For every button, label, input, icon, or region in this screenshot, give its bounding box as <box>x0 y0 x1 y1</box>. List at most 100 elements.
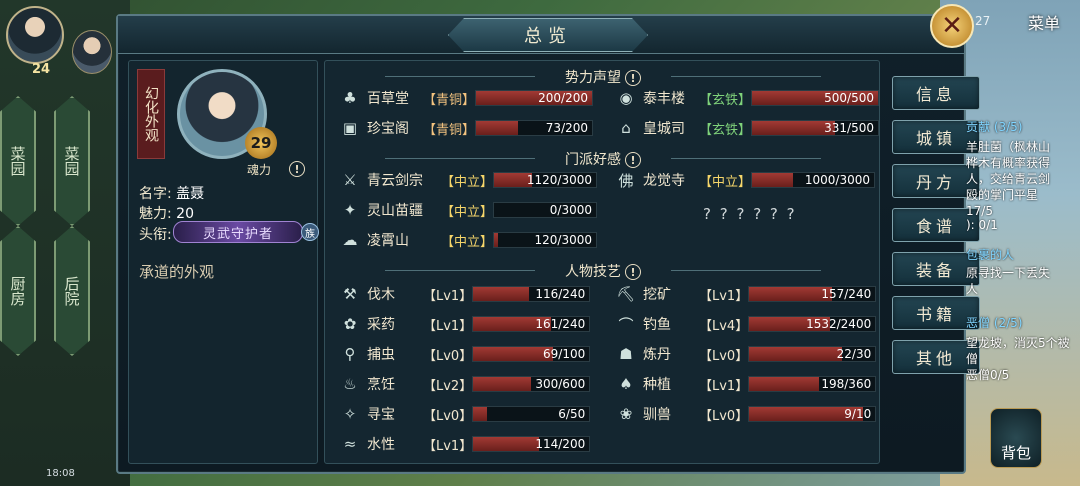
skill-8-row[interactable]: ☗ 炼丹 【Lv0】 22/30 <box>615 343 877 365</box>
appearance-banner[interactable]: 幻化外观 <box>137 69 165 159</box>
skill-3-row[interactable]: ♨ 烹饪 【Lv2】 300/600 <box>339 373 591 395</box>
skill-4-progress-bar: 6/50 <box>472 406 591 422</box>
cooking-icon: ♨ <box>343 375 357 393</box>
skill-9-tier: 【Lv1】 <box>699 378 749 394</box>
skill-5-name: 水性 <box>367 437 395 453</box>
reputation-header: 势力声望! <box>325 67 881 86</box>
reputation-huang-progress-bar: 331/500 <box>751 120 880 136</box>
map-building-backyard[interactable]: 后院 <box>54 226 90 356</box>
skill-3-name: 烹饪 <box>367 377 395 393</box>
sect-info-icon[interactable]: ! <box>625 152 641 168</box>
sect-lingxiao-progress-fill <box>494 233 499 247</box>
sect-longjue-tier: 【中立】 <box>699 174 752 190</box>
sect-longjue-row[interactable]: 佛龙觉寺 【中立】 1000/3000 <box>615 169 876 191</box>
title-tag[interactable]: 灵武守护者 <box>173 221 303 243</box>
skill-4-progress-fill <box>473 407 488 421</box>
character-card: 幻化外观 29 魂力 ! 名字: 盖聂 魅力: 20 头衔: 灵武守护者 族 承… <box>128 60 319 464</box>
sect-lingxiao-row[interactable]: ☁ 凌霄山 【中立】 120/3000 <box>339 229 598 251</box>
bag-button[interactable]: 背包 <box>990 408 1042 468</box>
skill-0-row[interactable]: ⚒ 伐木 【Lv1】 116/240 <box>339 283 591 305</box>
reputation-bai-progress-text: 200/200 <box>538 91 589 105</box>
map-building-garden-1[interactable]: 菜园 <box>0 96 36 226</box>
leaf-icon: ♣ <box>343 89 357 107</box>
skill-10-row[interactable]: ❀ 驯兽 【Lv0】 9/10 <box>615 403 877 425</box>
reputation-title: 势力声望 <box>565 70 621 86</box>
close-button[interactable]: ✕ <box>930 4 974 48</box>
sect-lingxiao-progress-text: 120/3000 <box>534 233 593 247</box>
skill-1-progress-bar: 161/240 <box>472 316 591 332</box>
skill-6-tier: 【Lv1】 <box>699 288 749 304</box>
companion-avatar[interactable] <box>72 30 112 74</box>
skill-8-progress-fill <box>749 347 842 361</box>
sect-qingyun-progress-text: 1120/3000 <box>526 173 593 187</box>
skill-7-tier: 【Lv4】 <box>699 318 749 334</box>
skill-5-row[interactable]: ≈ 水性 【Lv1】 114/200 <box>339 433 591 455</box>
skill-5-tier: 【Lv1】 <box>423 438 473 454</box>
title-label: 头衔: <box>139 227 172 243</box>
skills-info-icon[interactable]: ! <box>625 264 641 280</box>
reputation-bai-name: 百草堂 <box>367 91 409 107</box>
reputation-tai-row[interactable]: ◉ 泰丰楼 【玄铁】 500/500 <box>615 87 880 109</box>
map-building-kitchen[interactable]: 厨房 <box>0 226 36 356</box>
sect-lingshan-name: 灵山苗疆 <box>367 203 423 219</box>
skill-4-tier: 【Lv0】 <box>423 408 473 424</box>
skill-1-row[interactable]: ✿ 采药 【Lv1】 161/240 <box>339 313 591 335</box>
reputation-huang-name: 皇城司 <box>643 121 685 137</box>
sect-qingyun-name: 青云剑宗 <box>367 173 423 189</box>
skill-9-progress-text: 198/360 <box>821 377 872 391</box>
map-building-garden-2[interactable]: 菜园 <box>54 96 90 226</box>
top-right-counter: 27 <box>975 14 991 28</box>
main-menu-label[interactable]: 菜单 <box>1028 10 1060 34</box>
reputation-huang-row[interactable]: ⌂ 皇城司 【玄铁】 331/500 <box>615 117 880 139</box>
sect-qingyun-row[interactable]: ⚔ 青云剑宗 【中立】 1120/3000 <box>339 169 598 191</box>
charm-value: 20 <box>176 206 194 222</box>
soul-level-badge: 29 <box>245 127 277 159</box>
skill-8-progress-bar: 22/30 <box>748 346 877 362</box>
quest-line: 人 <box>966 282 979 296</box>
skill-7-progress-bar: 1532/2400 <box>748 316 877 332</box>
sect-lingxiao-tier: 【中立】 <box>441 234 494 250</box>
skill-7-name: 钓鱼 <box>643 317 671 333</box>
sect-qingyun-progress-bar: 1120/3000 <box>493 172 598 188</box>
skill-0-tier: 【Lv1】 <box>423 288 473 304</box>
quest-line: 僧 <box>966 352 979 366</box>
skill-6-row[interactable]: ⛏ 挖矿 【Lv1】 157/240 <box>615 283 877 305</box>
skill-3-progress-fill <box>473 377 532 391</box>
sect-lingshan-row[interactable]: ✦ 灵山苗疆 【中立】 0/3000 <box>339 199 598 221</box>
skill-5-progress-bar: 114/200 <box>472 436 591 452</box>
appearance-text: 承道的外观 <box>139 263 215 281</box>
avatar-level: 24 <box>32 62 51 77</box>
reputation-bai-row[interactable]: ♣ 百草堂 【青铜】 200/200 <box>339 87 594 109</box>
menu-button-0[interactable]: 信息 <box>892 76 980 110</box>
sect-lingxiao-progress-bar: 120/3000 <box>493 232 598 248</box>
skill-9-row[interactable]: ♠ 种植 【Lv1】 198/360 <box>615 373 877 395</box>
cloud-icon: ☁ <box>342 231 358 249</box>
sect-header: 门派好感! <box>325 149 881 168</box>
unknown-sect-text: ? ? ? ? ? ? <box>703 205 797 223</box>
skill-10-progress-text: 9/10 <box>844 407 872 421</box>
reputation-zhen-row[interactable]: ▣ 珍宝阁 【青铜】 73/200 <box>339 117 594 139</box>
skill-7-row[interactable]: ⌒ 钓鱼 【Lv4】 1532/2400 <box>615 313 877 335</box>
soul-info-icon[interactable]: ! <box>289 161 305 177</box>
skill-4-progress-text: 6/50 <box>558 407 586 421</box>
skill-2-row[interactable]: ⚲ 捕虫 【Lv0】 69/100 <box>339 343 591 365</box>
sect-longjue-progress-bar: 1000/3000 <box>751 172 876 188</box>
reputation-tai-name: 泰丰楼 <box>643 91 685 107</box>
skill-4-row[interactable]: ✧ 寻宝 【Lv0】 6/50 <box>339 403 591 425</box>
sect-qingyun-tier: 【中立】 <box>441 174 494 190</box>
reputation-zhen-name: 珍宝阁 <box>367 121 409 137</box>
reputation-info-icon[interactable]: ! <box>625 70 641 86</box>
unknown-sect: ? ? ? ? ? ? <box>703 203 797 225</box>
quest-line: 桦木有概率获得 <box>966 156 1051 170</box>
skill-0-progress-text: 116/240 <box>535 287 586 301</box>
sect-lingshan-progress-bar: 0/3000 <box>493 202 598 218</box>
skill-2-progress-bar: 69/100 <box>472 346 591 362</box>
skill-0-progress-bar: 116/240 <box>472 286 591 302</box>
quest-line: ): 0/1 <box>966 218 998 232</box>
quest-line: 原寻找一下丢失 <box>966 266 1051 280</box>
skill-6-name: 挖矿 <box>643 287 671 303</box>
name-row: 名字: 盖聂 <box>139 183 204 203</box>
player-avatar[interactable] <box>6 6 64 64</box>
reputation-bai-progress-bar: 200/200 <box>475 90 594 106</box>
herb-icon: ✿ <box>343 315 357 333</box>
